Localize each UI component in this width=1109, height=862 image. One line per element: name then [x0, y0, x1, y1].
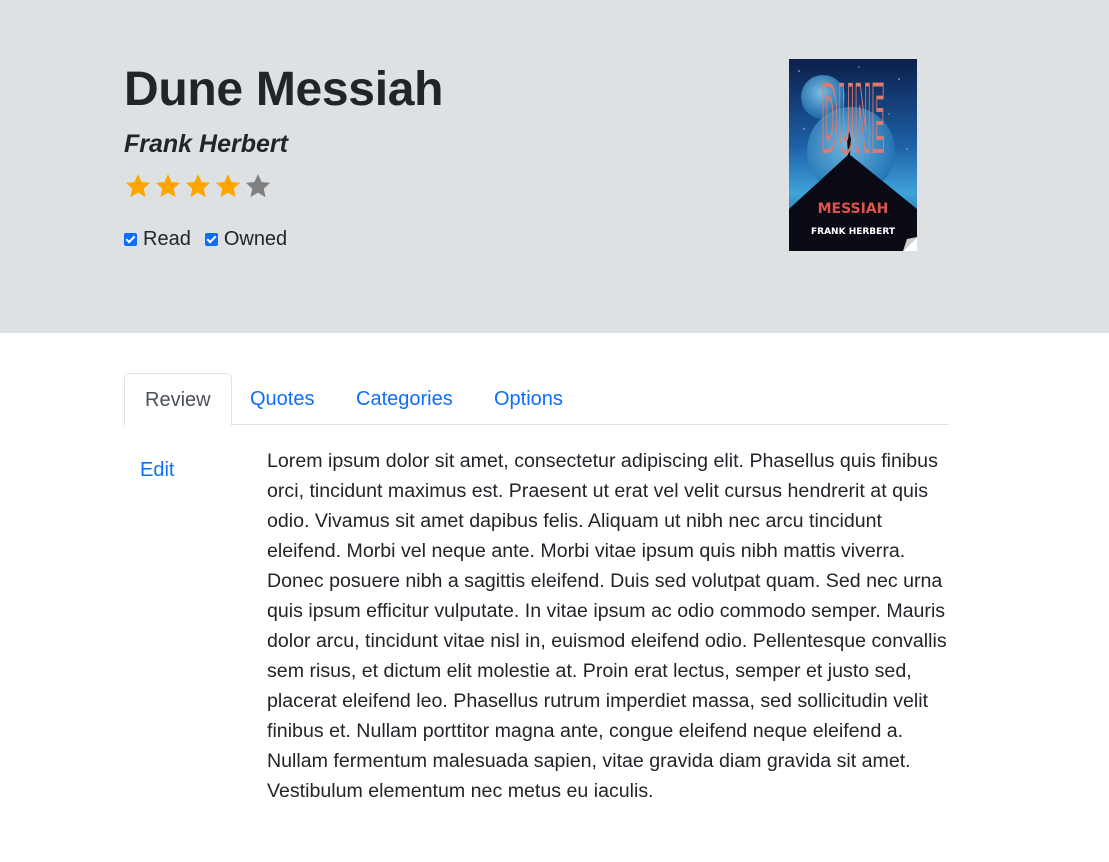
book-status-flags: Read Owned — [124, 227, 301, 251]
review-text: Lorem ipsum dolor sit amet, consectetur … — [267, 450, 947, 802]
owned-label: Owned — [223, 228, 288, 250]
checkbox-checked-icon[interactable] — [204, 232, 218, 246]
star-icon[interactable] — [154, 172, 182, 200]
edit-review-link[interactable]: Edit — [140, 456, 174, 484]
star-icon[interactable] — [244, 172, 272, 200]
owned-checkbox[interactable]: Owned — [204, 227, 288, 251]
read-label: Read — [143, 228, 191, 250]
read-checkbox[interactable]: Read — [124, 227, 191, 251]
tab-review[interactable]: Review — [124, 373, 232, 426]
cover-author-text: FRANK HERBERT — [811, 227, 896, 237]
book-cover: DUNE MESSIAH FRANK HERBERT — [789, 59, 917, 251]
tab-options[interactable]: Options — [494, 373, 563, 425]
cover-subtitle-text: MESSIAH — [818, 201, 889, 217]
book-title: Dune Messiah — [124, 63, 444, 116]
checkbox-checked-icon[interactable] — [124, 232, 137, 246]
star-icon[interactable] — [124, 172, 152, 200]
book-tabs: Review Quotes Categories Options — [124, 373, 949, 426]
cover-title-text: DUNE — [821, 67, 885, 173]
star-icon[interactable] — [184, 172, 212, 200]
star-icon[interactable] — [214, 172, 242, 200]
tab-quotes[interactable]: Quotes — [250, 373, 314, 425]
book-author: Frank Herbert — [124, 130, 288, 158]
tab-categories[interactable]: Categories — [356, 373, 453, 425]
star-rating[interactable] — [124, 172, 272, 200]
book-header: Dune Messiah Frank Herbert Read Owned DU… — [0, 0, 1109, 333]
